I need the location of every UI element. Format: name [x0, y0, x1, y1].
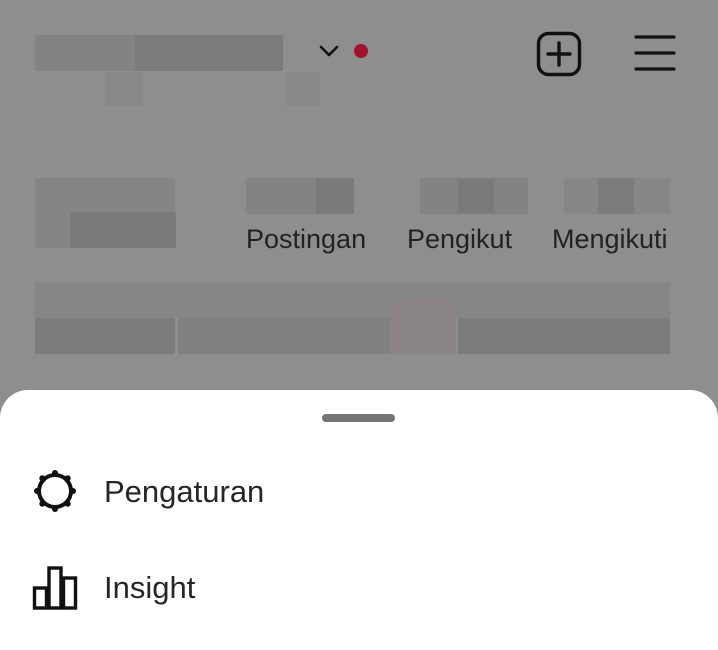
plus-square-icon[interactable]: [536, 31, 582, 77]
menu-item-insight[interactable]: Insight: [0, 550, 718, 626]
menu-item-settings[interactable]: Pengaturan: [0, 454, 718, 530]
notification-dot: [354, 44, 368, 58]
bio-line-blurred: [178, 318, 390, 354]
post-count-blur-segment: [316, 178, 354, 214]
stat-label-posts[interactable]: Postingan: [246, 222, 366, 256]
sheet-drag-handle[interactable]: [322, 414, 395, 422]
bio-line-blurred: [390, 300, 456, 354]
bio-line-blurred: [35, 282, 670, 318]
menu-item-settings-label: Pengaturan: [104, 474, 265, 509]
following-count-blur-segment: [598, 178, 634, 214]
username-blur-segment: [286, 72, 320, 106]
avatar-blur-segment: [70, 212, 176, 248]
gear-icon: [34, 470, 76, 512]
stat-label-following[interactable]: Mengikuti: [552, 222, 668, 256]
bio-line-blurred: [458, 318, 670, 354]
bio-line-blurred: [35, 318, 175, 354]
stat-label-followers[interactable]: Pengikut: [407, 222, 512, 256]
chevron-down-icon[interactable]: [318, 40, 340, 62]
username-blur-segment: [106, 72, 142, 106]
username-blur-segment: [35, 35, 135, 71]
hamburger-menu-icon[interactable]: [634, 33, 676, 73]
follower-count-blur-segment: [458, 178, 494, 214]
menu-item-insight-label: Insight: [104, 570, 196, 605]
bottom-sheet: Pengaturan Insight: [0, 390, 718, 650]
bar-chart-icon: [32, 566, 78, 610]
